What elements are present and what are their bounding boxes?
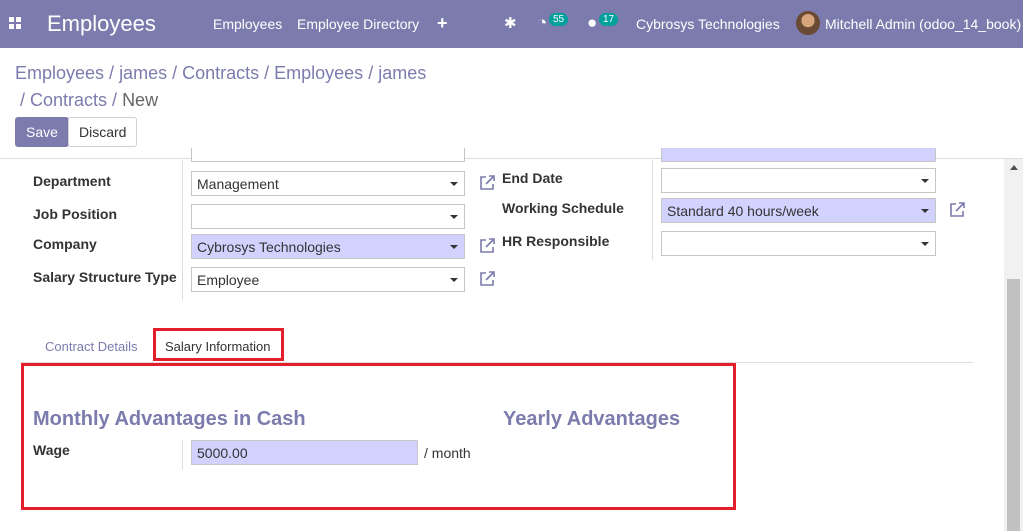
end-date-label: End Date <box>502 170 563 186</box>
field-partial-top[interactable] <box>191 148 465 162</box>
chevron-down-icon[interactable] <box>450 215 458 219</box>
monthly-advantages-title: Monthly Advantages in Cash <box>33 408 306 430</box>
plus-icon[interactable]: + <box>437 13 448 34</box>
wage-group-line <box>182 440 183 470</box>
message-count-badge: 17 <box>599 13 619 26</box>
breadcrumb-current: New <box>122 90 159 110</box>
breadcrumb-item[interactable]: Employees <box>274 63 363 83</box>
field-partial-top-right[interactable] <box>661 148 936 162</box>
department-field[interactable]: Management <box>191 171 465 196</box>
left-group-line <box>182 160 183 300</box>
salary-structure-type-label: Salary Structure Type <box>33 269 177 285</box>
breadcrumb-item[interactable]: Employees <box>15 63 104 83</box>
external-link-icon[interactable] <box>948 201 966 219</box>
discard-button[interactable]: Discard <box>68 117 138 147</box>
department-value: Management <box>197 176 279 192</box>
breadcrumb: Employees / james / Contracts / Employee… <box>15 63 427 110</box>
chevron-down-icon[interactable] <box>450 182 458 186</box>
apps-grid-icon[interactable] <box>9 17 22 30</box>
activity-clock-icon[interactable]: ◔ <box>537 13 547 33</box>
wage-input[interactable]: 5000.00 <box>191 440 418 465</box>
working-schedule-value: Standard 40 hours/week <box>667 203 819 219</box>
chevron-down-icon[interactable] <box>450 245 458 249</box>
chevron-down-icon[interactable] <box>450 278 458 282</box>
tab-salary-information[interactable]: Salary Information <box>153 328 284 361</box>
department-label: Department <box>33 173 111 189</box>
working-schedule-label: Working Schedule <box>502 200 624 216</box>
wage-label: Wage <box>33 442 70 458</box>
salary-structure-type-field[interactable]: Employee <box>191 267 465 292</box>
bug-icon[interactable]: ✱ <box>504 14 517 32</box>
app-title[interactable]: Employees <box>47 11 156 37</box>
chat-bubble-icon[interactable]: ● <box>587 13 597 33</box>
scroll-up-arrow-icon[interactable] <box>1010 165 1018 170</box>
company-switcher[interactable]: Cybrosys Technologies <box>636 16 780 32</box>
salary-structure-type-value: Employee <box>197 272 260 288</box>
tab-contract-details[interactable]: Contract Details <box>45 339 137 354</box>
save-button[interactable]: Save <box>15 117 69 147</box>
wage-unit: / month <box>424 445 471 461</box>
highlight-box <box>21 363 736 510</box>
hr-responsible-label: HR Responsible <box>502 233 610 249</box>
company-field[interactable]: Cybrosys Technologies <box>191 234 465 259</box>
external-link-icon[interactable] <box>478 174 496 192</box>
end-date-field[interactable] <box>661 168 936 193</box>
breadcrumb-item[interactable]: Contracts <box>30 90 107 110</box>
external-link-icon[interactable] <box>478 270 496 288</box>
breadcrumb-item[interactable]: Contracts <box>182 63 259 83</box>
scrollbar-thumb[interactable] <box>1007 279 1020 531</box>
job-position-label: Job Position <box>33 206 117 222</box>
yearly-advantages-title: Yearly Advantages <box>503 408 681 430</box>
avatar[interactable] <box>796 11 820 35</box>
external-link-icon[interactable] <box>478 237 496 255</box>
scrollbar[interactable] <box>1004 159 1023 531</box>
activity-count-badge: 55 <box>549 13 569 26</box>
company-label: Company <box>33 236 97 252</box>
breadcrumb-item[interactable]: james <box>119 63 167 83</box>
menu-employee-directory[interactable]: Employee Directory <box>297 16 419 32</box>
menu-employees[interactable]: Employees <box>213 16 282 32</box>
hr-responsible-field[interactable] <box>661 231 936 256</box>
right-group-line <box>652 160 653 260</box>
job-position-field[interactable] <box>191 204 465 229</box>
chevron-down-icon[interactable] <box>921 179 929 183</box>
breadcrumb-item[interactable]: james <box>378 63 426 83</box>
company-value: Cybrosys Technologies <box>197 239 341 255</box>
chevron-down-icon[interactable] <box>921 242 929 246</box>
chevron-down-icon[interactable] <box>921 209 929 213</box>
top-navbar: Employees Employees Employee Directory +… <box>0 0 1023 48</box>
working-schedule-field[interactable]: Standard 40 hours/week <box>661 198 936 223</box>
user-menu[interactable]: Mitchell Admin (odoo_14_book) <box>825 16 1021 32</box>
